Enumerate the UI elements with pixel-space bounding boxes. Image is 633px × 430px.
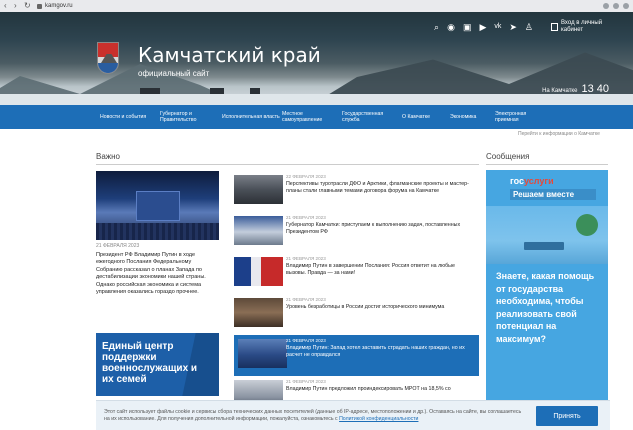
feature-text[interactable]: Президент РФ Владимир Путин в ходе ежего… (96, 252, 219, 296)
site-title[interactable]: Камчатский край (138, 44, 321, 66)
news-title: Владимир Путин: Запад хотел заставить ст… (286, 345, 465, 358)
news-thumb (234, 257, 283, 286)
nav-item-reception[interactable]: Электронная приемная (495, 111, 530, 123)
forward-icon[interactable]: › (14, 0, 24, 12)
news-thumb (234, 175, 283, 204)
ship-decor (210, 88, 224, 94)
browser-toolbar: ‹ › ↻ kamgov.ru (0, 0, 633, 12)
accept-cookies-button[interactable]: Принять (536, 406, 598, 426)
ship-decor (250, 88, 260, 94)
news-date: 22 ФЕВРАЛЯ 2023 (286, 174, 326, 179)
nav-item-service[interactable]: Государственная служба (342, 111, 402, 123)
support-center-banner[interactable]: Единый центр поддержки военнослужащих и … (96, 333, 219, 396)
news-title: Владимир Путин предложил проиндексироват… (286, 386, 451, 392)
menu-icon[interactable] (623, 3, 629, 9)
news-date: 21 ФЕВРАЛЯ 2023 (286, 297, 326, 302)
news-thumb (234, 298, 283, 327)
news-title: Перспективы туротрасли ДФО и Арктики, фл… (286, 181, 469, 194)
odnoklassniki-icon[interactable]: ♙ (525, 22, 533, 32)
eye-icon[interactable]: ◉ (447, 22, 455, 32)
time-label: На Камчатке (542, 88, 578, 94)
nav-item-economy[interactable]: Экономика (450, 114, 495, 120)
divider (96, 164, 479, 165)
news-list: 22 ФЕВРАЛЯ 2023 Перспективы туротрасли Д… (234, 171, 479, 417)
local-time: На Камчатке 13 40 (542, 83, 609, 95)
privacy-policy-link[interactable]: Политикой конфиденциальности (339, 416, 418, 422)
news-date: 21 ФЕВРАЛЯ 2023 (286, 256, 326, 261)
profile-icon[interactable] (613, 3, 619, 9)
news-thumb (238, 339, 287, 368)
site-subtitle: официальный сайт (138, 69, 210, 78)
news-item[interactable]: 21 ФЕВРАЛЯ 2023 Владимир Путин в заверше… (234, 253, 479, 294)
nav-item-about[interactable]: О Камчатке (402, 114, 450, 120)
back-icon[interactable]: ‹ (4, 0, 14, 12)
extension-icon[interactable] (603, 3, 609, 9)
search-icon[interactable]: ⌕ (434, 22, 439, 32)
lock-icon (37, 3, 42, 9)
cabinet-link[interactable]: Вход в личный кабинет (551, 20, 613, 34)
cookie-banner: Этот сайт использует файлы cookie и серв… (96, 400, 610, 430)
news-date: 21 ФЕВРАЛЯ 2023 (286, 338, 326, 343)
news-title: Владимир Путин в завершении Послания: Ро… (286, 263, 455, 276)
main-nav: Новости и события Губернатор и Правитель… (0, 105, 633, 129)
news-item[interactable]: 21 ФЕВРАЛЯ 2023 Губернатор Камчатки: при… (234, 212, 479, 253)
news-item[interactable]: 21 ФЕВРАЛЯ 2023 Уровень безработицы в Ро… (234, 294, 479, 335)
telegram-icon[interactable]: ➤ (509, 22, 517, 32)
banner-slogan: Решаем вместе (510, 189, 596, 200)
coat-of-arms-logo[interactable] (97, 42, 119, 74)
gosuslugi-logo: госуслуги (510, 176, 554, 186)
youtube-icon[interactable]: ▶ (479, 22, 486, 32)
nav-item-news[interactable]: Новости и события (100, 114, 160, 120)
news-date: 21 ФЕВРАЛЯ 2023 (286, 215, 326, 220)
banner-message: Знаете, какая помощь от государства необ… (496, 271, 595, 344)
news-date: 21 ФЕВРАЛЯ 2023 (286, 379, 326, 384)
login-icon (551, 23, 558, 31)
banner-text: Единый центр поддержки военнослужащих и … (102, 341, 198, 385)
news-title: Уровень безработицы в России достиг исто… (286, 304, 445, 310)
address-bar[interactable]: kamgov.ru (37, 3, 73, 9)
bench-illustration (524, 242, 564, 250)
site-header: ⌕ ◉ ▣ ▶ vk ➤ ♙ Вход в личный кабинет Кам… (0, 12, 633, 105)
address-text: kamgov.ru (45, 3, 73, 9)
nav-item-executive[interactable]: Исполнительная власть (222, 114, 282, 120)
news-title: Губернатор Камчатки: приступаем к выполн… (286, 222, 461, 235)
news-thumb (234, 216, 283, 245)
vk-icon[interactable]: vk (494, 22, 501, 32)
divider (486, 164, 608, 165)
reload-icon[interactable]: ↻ (24, 0, 34, 12)
about-link[interactable]: Перейти к информации о Камчатке (518, 131, 600, 137)
rutube-icon[interactable]: ▣ (463, 22, 472, 32)
tree-illustration (576, 214, 598, 236)
ship-decor (140, 88, 160, 94)
time-value: 13 40 (581, 83, 609, 95)
nav-item-local[interactable]: Местное самоуправление (282, 111, 342, 123)
header-tools: ⌕ ◉ ▣ ▶ vk ➤ ♙ Вход в личный кабинет (434, 20, 633, 34)
news-item[interactable]: 22 ФЕВРАЛЯ 2023 Перспективы туротрасли Д… (234, 171, 479, 212)
section-title-important: Важно (96, 152, 121, 161)
section-title-messages: Сообщения (486, 152, 530, 161)
feature-image[interactable] (96, 171, 219, 240)
gosuslugi-banner[interactable]: госуслуги Решаем вместе Знаете, какая по… (486, 170, 608, 406)
feature-date: 21 ФЕВРАЛЯ 2023 (96, 243, 140, 249)
news-item-active[interactable]: 21 ФЕВРАЛЯ 2023 Владимир Путин: Запад хо… (234, 335, 479, 376)
nav-item-governor[interactable]: Губернатор и Правительство (160, 111, 222, 123)
cookie-text: Этот сайт использует файлы cookie и серв… (104, 409, 522, 422)
